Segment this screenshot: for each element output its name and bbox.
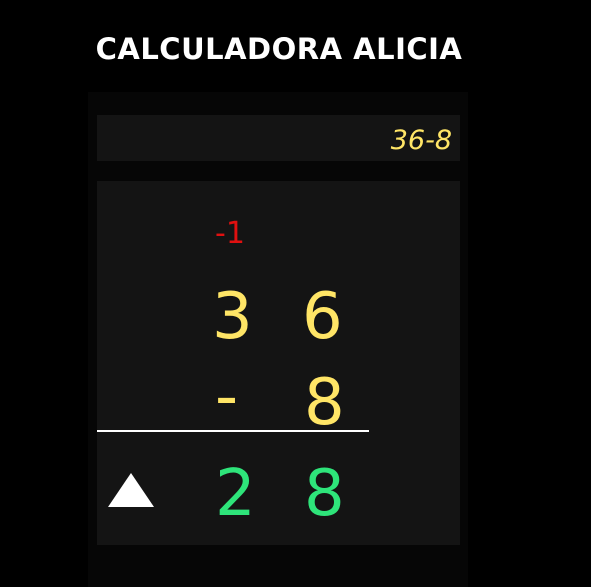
result-ones-digit: 8: [304, 457, 345, 531]
calculator-page: CALCULADORA ALICIA 36-8 -1 3 6 - 8 2 8: [0, 0, 591, 587]
triangle-up-icon[interactable]: [108, 473, 154, 507]
subtrahend-ones-digit: 8: [304, 366, 345, 440]
expression-text: 36-8: [390, 125, 452, 156]
minus-operator: -: [215, 360, 239, 434]
app-title: CALCULADORA ALICIA: [95, 32, 463, 66]
borrow-mark: -1: [215, 216, 245, 251]
minuend-tens-digit: 3: [212, 280, 253, 354]
result-divider-line: [97, 430, 369, 432]
subtraction-worksheet: -1 3 6 - 8 2 8: [97, 181, 460, 545]
expression-display: 36-8: [97, 115, 460, 161]
minuend-ones-digit: 6: [302, 280, 343, 354]
result-tens-digit: 2: [215, 457, 256, 531]
